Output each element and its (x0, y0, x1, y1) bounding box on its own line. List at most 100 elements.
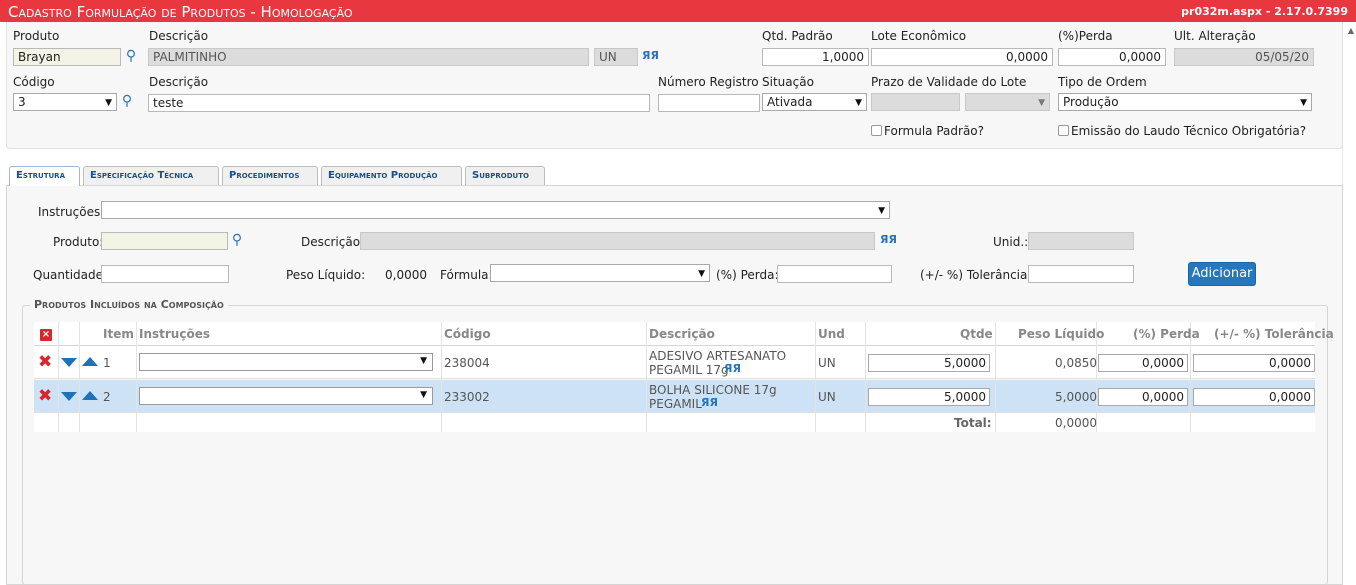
formula-select[interactable]: ▼ (490, 264, 710, 282)
row-item: 2 (103, 390, 111, 404)
chevron-down-icon: ▼ (1038, 98, 1045, 108)
row-perda-input[interactable]: 0,0000 (1098, 388, 1188, 406)
delete-icon[interactable]: ✖ (38, 354, 52, 371)
prazo-unit-select: ▼ (965, 93, 1050, 111)
total-label: Total: (954, 416, 992, 430)
add-button[interactable]: Adicionar (1188, 262, 1256, 286)
column-divider (865, 322, 866, 432)
qtd-padrao-input[interactable]: 1,0000 (762, 48, 869, 66)
prazo-input (871, 93, 960, 111)
produto-form-input[interactable] (101, 232, 228, 250)
col-peso-liquido: Peso Líquido (1018, 327, 1105, 341)
search-icon[interactable]: ⚲ (230, 233, 244, 247)
row-descricao-line2: PEGAMIL 17g (649, 363, 729, 377)
laudo-label: Emissão do Laudo Técnico Obrigatória? (1071, 124, 1307, 138)
search-icon[interactable]: ⚲ (120, 94, 134, 108)
row-codigo: 233002 (444, 390, 490, 404)
col-qtde: Qtde (960, 327, 993, 341)
tab-procedimentos[interactable]: Procedimentos (222, 166, 318, 185)
prazo-label: Prazo de Validade do Lote (871, 75, 1027, 89)
binoculars-icon[interactable]: ЯЯ (880, 233, 897, 247)
binoculars-icon[interactable]: ЯЯ (642, 49, 659, 63)
peso-liquido-label: Peso Líquido: (286, 268, 366, 282)
vertical-scrollbar[interactable] (1342, 22, 1356, 573)
tab-especificacao-tecnica[interactable]: Especificação Técnica (83, 166, 219, 185)
chevron-down-icon: ▼ (878, 206, 885, 216)
chevron-down-icon: ▼ (420, 356, 427, 366)
laudo-checkbox[interactable] (1058, 125, 1069, 136)
tab-equipamento-producao[interactable]: Equipamento Produção (321, 166, 462, 185)
chevron-down-icon: ▼ (105, 98, 112, 108)
unidade-input: UN (594, 48, 638, 66)
triangle-up-icon[interactable] (82, 357, 98, 366)
tipo-ordem-select[interactable]: Produção ▼ (1058, 93, 1312, 111)
descricao-form-label: Descrição: (301, 235, 365, 249)
descricao2-label: Descrição (149, 75, 209, 89)
codigo-select[interactable]: 3 ▼ (13, 93, 117, 111)
row-tolerancia-input[interactable]: 0,0000 (1193, 354, 1315, 372)
triangle-down-icon[interactable] (61, 392, 77, 401)
descricao2-input[interactable]: teste (148, 94, 650, 112)
column-divider (441, 322, 442, 432)
tab-subproduto[interactable]: Subproduto (465, 166, 545, 185)
search-icon[interactable]: ⚲ (124, 49, 138, 63)
col-codigo: Código (444, 327, 491, 341)
column-divider (58, 322, 59, 432)
column-divider (646, 322, 647, 432)
delete-icon[interactable]: ✖ (38, 388, 52, 405)
unid-input (1028, 232, 1134, 250)
tolerancia-label: (+/- %) Tolerância: (920, 268, 1032, 282)
total-value: 0,0000 (1055, 416, 1097, 430)
row-peso-liquido: 5,0000 (1055, 390, 1097, 404)
ult-alteracao-input: 05/05/20 (1174, 48, 1314, 66)
lote-input[interactable]: 0,0000 (871, 48, 1053, 66)
instrucoes-select[interactable]: ▼ (101, 201, 890, 219)
perda-input[interactable]: 0,0000 (1058, 48, 1166, 66)
produto-input[interactable]: Brayan (13, 48, 121, 66)
perda-label: (%)Perda (1058, 29, 1113, 43)
row-item: 1 (103, 356, 111, 370)
perda-form-input[interactable] (777, 265, 892, 283)
col-perda: (%) Perda (1133, 327, 1200, 341)
row-qtde-input[interactable]: 5,0000 (868, 388, 990, 406)
column-divider (815, 322, 816, 432)
column-divider (79, 322, 80, 432)
tipo-ordem-value: Produção (1063, 95, 1119, 109)
row-tolerancia-input[interactable]: 0,0000 (1193, 388, 1315, 406)
triangle-down-icon[interactable] (61, 358, 77, 367)
tolerancia-input[interactable] (1028, 265, 1134, 283)
num-registro-input[interactable] (658, 94, 760, 112)
quantidade-input[interactable] (101, 265, 229, 283)
peso-liquido-value: 0,0000 (385, 268, 427, 282)
row-instrucoes-select[interactable]: ▼ (139, 387, 433, 405)
binoculars-icon[interactable]: ЯЯ (724, 362, 741, 376)
scroll-up-icon[interactable]: ▲ (1346, 26, 1356, 36)
row-und: UN (818, 356, 836, 370)
triangle-up-icon[interactable] (82, 391, 98, 400)
row-perda-input[interactable]: 0,0000 (1098, 354, 1188, 372)
unid-label: Unid.: (993, 235, 1029, 249)
ult-alteracao-label: Ult. Alteração (1174, 29, 1256, 43)
descricao-form-input (360, 232, 875, 250)
delete-all-icon[interactable]: × (40, 329, 52, 341)
formula-label: Fórmula: (440, 268, 493, 282)
column-divider (995, 322, 996, 432)
page-title: Cadastro Formulação de Produtos - Homolo… (8, 3, 353, 21)
descricao-label: Descrição (149, 29, 209, 43)
row-qtde-input[interactable]: 5,0000 (868, 354, 990, 372)
codigo-value: 3 (18, 95, 26, 109)
produto-form-label: Produto: (53, 235, 104, 249)
situacao-select[interactable]: Ativada ▼ (762, 93, 867, 111)
tab-estrutura[interactable]: Estrutura (9, 166, 80, 186)
row-descricao-line1: ADESIVO ARTESANATO (649, 349, 787, 363)
title-bar: Cadastro Formulação de Produtos - Homolo… (0, 0, 1356, 22)
binoculars-icon[interactable]: ЯЯ (701, 396, 718, 410)
row-peso-liquido: 0,0850 (1055, 356, 1097, 370)
tipo-ordem-label: Tipo de Ordem (1058, 75, 1147, 89)
situacao-label: Situação (762, 75, 814, 89)
produto-label: Produto (13, 29, 60, 43)
formula-padrao-checkbox[interactable] (871, 125, 882, 136)
row-instrucoes-select[interactable]: ▼ (139, 353, 433, 371)
quantidade-label: Quantidade: (33, 268, 108, 282)
codigo-label: Código (13, 75, 55, 89)
